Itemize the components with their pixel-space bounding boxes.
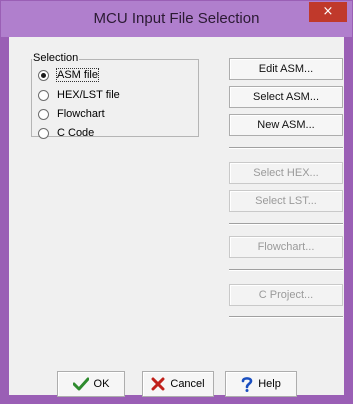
radio-button[interactable] [38,69,49,81]
x-icon [151,377,165,391]
c-project-button[interactable]: C Project... [229,284,343,306]
radio-flowchart[interactable]: Flowchart [38,106,105,122]
new-asm-button[interactable]: New ASM... [229,114,343,136]
close-button[interactable]: × [309,2,347,22]
selection-group-label: Selection [32,52,80,64]
separator [229,269,343,271]
radio-c-code[interactable]: C Code [38,125,94,141]
selection-group: Selection ASM file HEX/LST file Flowchar… [31,52,199,139]
radio-button[interactable] [38,108,49,120]
question-mark-icon [241,376,253,392]
separator [229,147,343,149]
ok-button[interactable]: OK [57,371,125,397]
radio-hex-lst-file[interactable]: HEX/LST file [38,87,120,103]
radio-label-asm-file: ASM file [56,68,99,82]
select-hex-button[interactable]: Select HEX... [229,162,343,184]
separator [229,223,343,225]
help-label: Help [258,378,281,390]
ok-label: OK [93,378,110,390]
cancel-label: Cancel [170,378,205,390]
edit-asm-button[interactable]: Edit ASM... [229,58,343,80]
select-asm-button[interactable]: Select ASM... [229,86,343,108]
checkmark-icon [72,377,89,391]
radio-button[interactable] [38,127,49,139]
separator [229,316,343,318]
title-bar: MCU Input File Selection × [1,1,352,37]
radio-button[interactable] [38,89,49,101]
radio-label-c-code: C Code [57,127,95,139]
close-icon: × [322,4,334,19]
dialog-client-area: Selection ASM file HEX/LST file Flowchar… [9,37,344,397]
window-title: MCU Input File Selection [93,10,260,27]
flowchart-button[interactable]: Flowchart... [229,236,343,258]
radio-label-flowchart: Flowchart [57,108,105,120]
radio-label-hex-lst-file: HEX/LST file [57,89,120,101]
radio-asm-file[interactable]: ASM file [38,67,99,83]
help-button[interactable]: Help [225,371,297,397]
dialog-window: MCU Input File Selection × Selection ASM… [0,0,353,404]
select-lst-button[interactable]: Select LST... [229,190,343,212]
cancel-button[interactable]: Cancel [142,371,214,397]
